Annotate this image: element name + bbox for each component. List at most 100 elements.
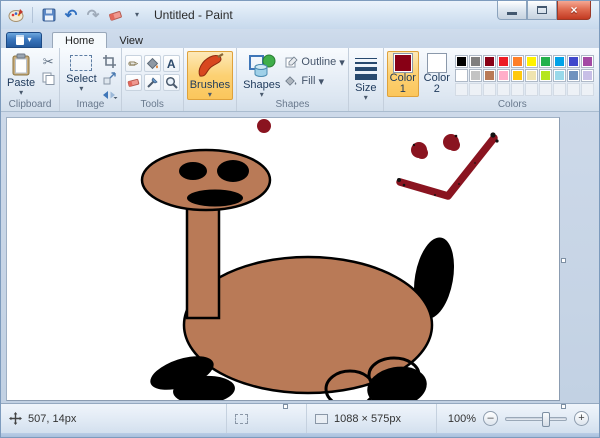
animal-left-eye: [179, 162, 207, 180]
palette-swatch[interactable]: [525, 69, 538, 82]
magnifier-icon: [165, 76, 178, 89]
window-bottom-frame: [1, 433, 599, 437]
color1-swatch: [393, 53, 413, 73]
zoom-slider[interactable]: [505, 417, 567, 421]
save-button[interactable]: [40, 6, 58, 24]
tab-view[interactable]: View: [107, 33, 155, 48]
palette-swatch[interactable]: [469, 69, 482, 82]
shapes-icon: [247, 53, 277, 79]
palette-swatch-empty[interactable]: [497, 83, 510, 96]
eraser-qat-button[interactable]: [106, 6, 124, 24]
palette-swatch[interactable]: [581, 69, 594, 82]
group-size: Size ▾: [349, 48, 384, 111]
palette-swatch[interactable]: [455, 69, 468, 82]
canvas-resize-handle-bottom[interactable]: [283, 404, 288, 409]
canvas-size-icon: [315, 414, 328, 424]
undo-button[interactable]: ↶: [62, 6, 80, 24]
palette-swatch[interactable]: [539, 55, 552, 68]
cut-button[interactable]: ✂: [40, 54, 56, 68]
crop-icon: [103, 55, 116, 68]
clipboard-icon: [10, 53, 32, 77]
redo-button[interactable]: ↷: [84, 6, 102, 24]
palette-swatch[interactable]: [511, 69, 524, 82]
chevron-down-icon: ▾: [19, 89, 23, 96]
canvas-resize-handle-right[interactable]: [561, 258, 566, 263]
chevron-down-icon: ▾: [135, 11, 139, 19]
resize-button[interactable]: [102, 71, 118, 85]
minimize-button[interactable]: [497, 1, 527, 20]
color2-swatch: [427, 53, 447, 73]
palette-swatch[interactable]: [497, 55, 510, 68]
palette-swatch[interactable]: [553, 55, 566, 68]
palette-swatch[interactable]: [581, 55, 594, 68]
text-tool-button[interactable]: A: [163, 55, 180, 72]
fill-button[interactable]: Fill ▾: [285, 73, 344, 89]
color-picker-tool-button[interactable]: [144, 74, 161, 91]
size-button[interactable]: Size ▾: [352, 51, 380, 103]
edit-colors-button[interactable]: Edit colors: [596, 51, 600, 97]
plus-icon: +: [578, 413, 584, 424]
zoom-out-button[interactable]: –: [483, 411, 498, 426]
size-lines-icon: [355, 53, 377, 82]
maximize-button[interactable]: [527, 1, 557, 20]
palette-swatch[interactable]: [567, 69, 580, 82]
shapes-button[interactable]: Shapes ▾: [240, 51, 283, 100]
undo-icon: ↶: [65, 8, 78, 23]
select-button[interactable]: Select ▾: [63, 51, 100, 94]
close-button[interactable]: ×: [557, 1, 591, 20]
tab-home[interactable]: Home: [52, 32, 107, 48]
crop-button[interactable]: [102, 54, 118, 68]
eraser-tool-button[interactable]: [125, 74, 142, 91]
pencil-tool-button[interactable]: ✏: [125, 55, 142, 72]
color1-button[interactable]: Color 1: [387, 51, 419, 97]
palette-swatch-empty[interactable]: [553, 83, 566, 96]
color2-button[interactable]: Color 2: [421, 51, 453, 97]
fill-tool-button[interactable]: [144, 55, 161, 72]
palette-swatch[interactable]: [469, 55, 482, 68]
ribbon: Paste ▾ ✂ Clipboard Select ▾: [1, 48, 599, 112]
palette-swatch[interactable]: [497, 69, 510, 82]
customize-qat-button[interactable]: ▾: [128, 6, 146, 24]
palette-swatch-empty[interactable]: [581, 83, 594, 96]
palette-swatch[interactable]: [455, 55, 468, 68]
chevron-down-icon: ▾: [364, 94, 368, 101]
palette-swatch[interactable]: [539, 69, 552, 82]
palette-swatch-empty[interactable]: [469, 83, 482, 96]
chevron-down-icon: ▾: [318, 75, 324, 88]
palette-swatch[interactable]: [511, 55, 524, 68]
ribbon-tab-row: ▾ Home View: [1, 29, 599, 48]
palette-swatch[interactable]: [567, 55, 580, 68]
window-title: Untitled - Paint: [154, 8, 233, 22]
brushes-button[interactable]: Brushes ▾: [187, 51, 233, 100]
magnifier-tool-button[interactable]: [163, 74, 180, 91]
outline-icon: [285, 56, 298, 68]
paint-menu-button[interactable]: ▾: [6, 32, 42, 48]
palette-swatch-empty[interactable]: [567, 83, 580, 96]
zoom-slider-thumb[interactable]: [542, 412, 550, 427]
palette-swatch-empty[interactable]: [483, 83, 496, 96]
zoom-in-button[interactable]: +: [574, 411, 589, 426]
palette-swatch-empty[interactable]: [455, 83, 468, 96]
status-canvas-size: 1088 × 575px: [307, 404, 437, 433]
palette-swatch[interactable]: [525, 55, 538, 68]
outline-button[interactable]: Outline ▾: [285, 54, 344, 70]
palette-swatch[interactable]: [553, 69, 566, 82]
copy-button[interactable]: [40, 71, 56, 85]
paint-app-icon: [7, 6, 25, 24]
paste-button[interactable]: Paste ▾: [4, 51, 38, 98]
selection-size-icon: [235, 414, 248, 424]
resize-icon: [103, 72, 116, 85]
palette-swatch-empty[interactable]: [525, 83, 538, 96]
palette-swatch[interactable]: [483, 69, 496, 82]
qat-separator: [32, 7, 33, 23]
palette-swatch-empty[interactable]: [511, 83, 524, 96]
maximize-icon: [537, 6, 547, 14]
text-icon: A: [167, 57, 176, 71]
close-icon: ×: [570, 3, 577, 17]
group-label-colors: Colors: [384, 99, 600, 110]
chevron-down-icon: ▾: [27, 36, 31, 44]
palette-swatch[interactable]: [483, 55, 496, 68]
drawing-canvas[interactable]: [6, 117, 560, 401]
palette-swatch-empty[interactable]: [539, 83, 552, 96]
canvas-resize-handle-corner[interactable]: [561, 404, 566, 409]
